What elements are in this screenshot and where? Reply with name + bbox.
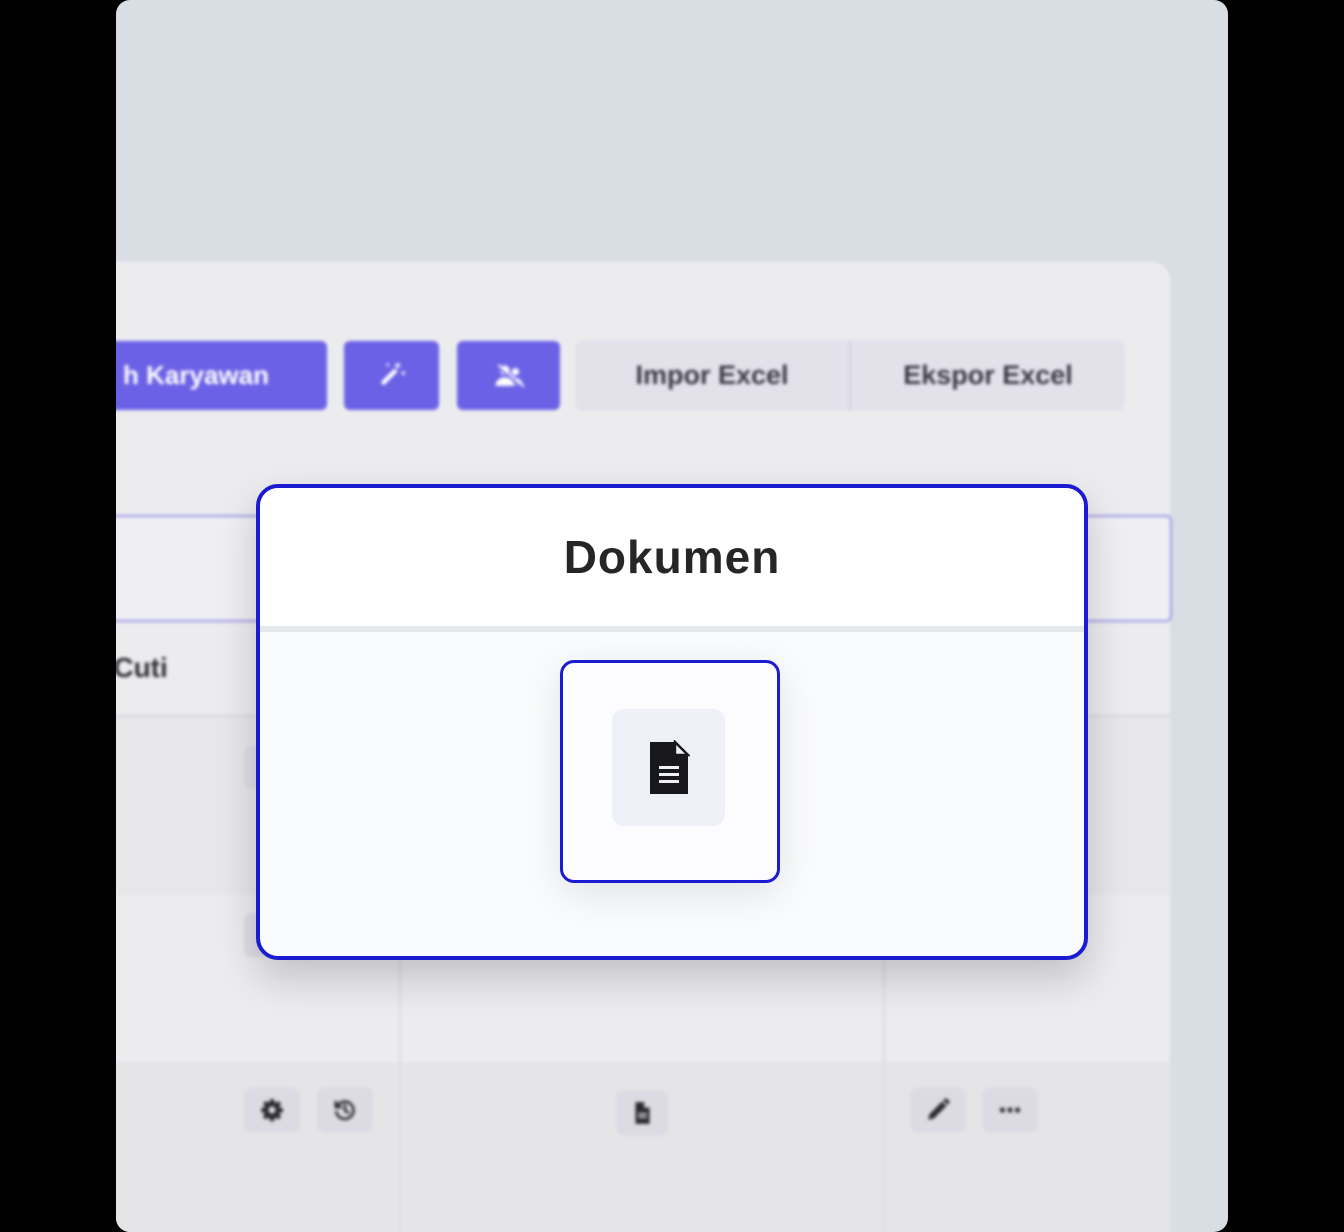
column-header: a Cuti [116, 652, 168, 683]
add-employee-label: h Karyawan [123, 360, 269, 390]
add-employee-button[interactable]: h Karyawan [116, 341, 327, 410]
magic-wand-button[interactable] [344, 341, 439, 410]
document-icon-container [612, 709, 725, 826]
users-toggle-button[interactable] [457, 341, 560, 410]
document-cell-button[interactable] [616, 1090, 668, 1136]
pencil-icon [928, 1098, 950, 1120]
export-excel-button[interactable]: Ekspor Excel [849, 340, 1125, 411]
document-icon [635, 1102, 650, 1124]
more-horizontal-icon [999, 1107, 1021, 1113]
settings-button[interactable] [244, 1087, 300, 1133]
more-button[interactable] [982, 1087, 1038, 1133]
gear-icon [261, 1099, 284, 1122]
history-icon [334, 1100, 355, 1121]
users-off-icon [495, 363, 524, 388]
document-modal: Dokumen [256, 484, 1088, 960]
excel-button-group: Impor Excel Ekspor Excel [575, 340, 1125, 411]
modal-title: Dokumen [563, 531, 781, 583]
document-icon [649, 739, 690, 794]
history-button[interactable] [317, 1087, 373, 1133]
modal-header: Dokumen [260, 488, 1084, 632]
import-excel-button[interactable]: Impor Excel [575, 340, 849, 411]
document-item[interactable] [560, 660, 780, 883]
modal-body [260, 632, 1084, 932]
edit-button[interactable] [910, 1087, 966, 1133]
magic-wand-icon [380, 361, 406, 385]
